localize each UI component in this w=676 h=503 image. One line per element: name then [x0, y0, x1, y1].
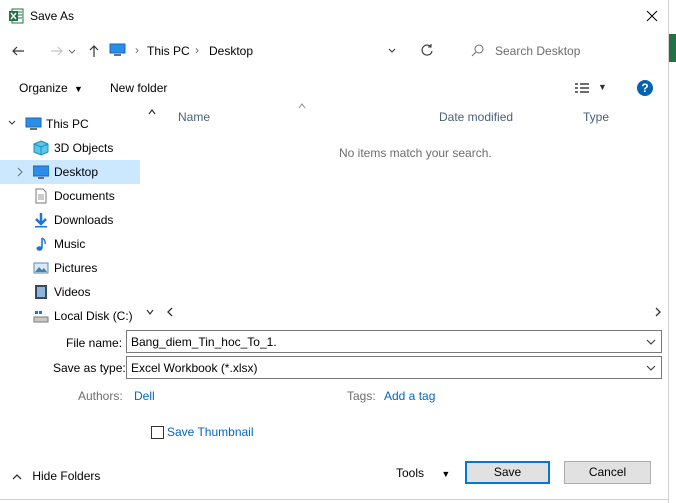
nav-label: Pictures — [54, 261, 98, 275]
file-name-input[interactable]: Bang_diem_Tin_hoc_To_1. — [126, 330, 662, 353]
title-bar: Save As — [0, 0, 668, 32]
search-placeholder: Search Desktop — [495, 44, 581, 58]
sort-ascending-icon — [298, 103, 306, 109]
chevron-up-icon — [12, 472, 22, 482]
help-icon[interactable]: ? — [636, 79, 654, 97]
background-window-edge — [668, 0, 676, 503]
nav-label: Desktop — [54, 165, 99, 179]
view-details-icon[interactable] — [574, 81, 590, 95]
nav-item-3d-objects[interactable]: 3D Objects — [0, 136, 140, 160]
hide-folders-label: Hide Folders — [32, 469, 101, 483]
nav-label: Videos — [54, 285, 91, 299]
empty-folder-message: No items match your search. — [339, 146, 492, 160]
save-thumbnail-checkbox[interactable] — [151, 426, 164, 439]
organize-label: Organize — [19, 81, 68, 95]
authors-label: Authors: — [78, 389, 123, 403]
hide-folders-button[interactable]: Hide Folders — [12, 469, 100, 483]
organize-button[interactable]: Organize ▼ — [19, 81, 83, 97]
nav-item-desktop[interactable]: Desktop — [0, 160, 140, 184]
cancel-button[interactable]: Cancel — [564, 461, 651, 484]
back-arrow-icon[interactable] — [10, 43, 26, 59]
nav-item-documents[interactable]: Documents — [0, 184, 140, 208]
nav-label: Documents — [54, 189, 115, 203]
horizontal-scrollbar[interactable] — [140, 304, 668, 320]
collapse-chevron-icon[interactable] — [7, 117, 17, 129]
dialog-bottom-border — [0, 499, 668, 500]
save-thumbnail-label[interactable]: Save Thumbnail — [167, 425, 254, 439]
column-header-type[interactable]: Type — [583, 110, 609, 124]
tools-button[interactable]: Tools ▼ — [396, 466, 450, 482]
authors-value[interactable]: Dell — [134, 389, 155, 403]
tools-dropdown-icon: ▼ — [441, 469, 451, 479]
excel-ribbon-edge — [669, 34, 676, 62]
nav-scroll-up-icon[interactable] — [147, 107, 157, 117]
scroll-right-icon[interactable] — [653, 306, 663, 318]
pc-icon — [109, 43, 126, 57]
new-folder-button[interactable]: New folder — [110, 81, 167, 95]
nav-label: Downloads — [54, 213, 114, 227]
search-icon — [471, 43, 485, 57]
breadcrumb-separator-icon: › — [195, 43, 199, 57]
file-name-value: Bang_diem_Tin_hoc_To_1. — [131, 335, 277, 349]
window-title: Save As — [30, 9, 75, 23]
save-type-value: Excel Workbook (*.xlsx) — [131, 361, 258, 375]
nav-item-downloads[interactable]: Downloads — [0, 208, 140, 232]
view-options-dropdown-icon[interactable]: ▼ — [598, 82, 607, 92]
download-arrow-icon — [33, 212, 49, 228]
breadcrumb-desktop[interactable]: Desktop — [209, 44, 253, 58]
recent-locations-chevron-icon[interactable] — [67, 44, 77, 58]
address-dropdown-chevron-icon[interactable] — [386, 43, 398, 57]
up-arrow-icon[interactable] — [86, 43, 102, 59]
organize-dropdown-icon: ▼ — [74, 84, 83, 94]
pc-icon — [25, 116, 42, 132]
svg-text:?: ? — [641, 81, 648, 95]
nav-item-this-pc[interactable]: This PC — [0, 112, 140, 136]
column-header-name[interactable]: Name — [178, 110, 210, 124]
drive-icon — [33, 308, 49, 324]
tags-input[interactable]: Add a tag — [384, 389, 435, 403]
picture-icon — [33, 260, 49, 276]
file-name-label: File name: — [66, 336, 123, 350]
column-header-date-modified[interactable]: Date modified — [439, 110, 513, 124]
nav-item-local-disk[interactable]: Local Disk (C:) — [0, 304, 140, 328]
breadcrumb-this-pc[interactable]: This PC — [147, 44, 190, 58]
music-note-icon — [33, 236, 49, 252]
nav-item-videos[interactable]: Videos — [0, 280, 140, 304]
breadcrumb-separator-icon: › — [135, 43, 139, 57]
cube-icon — [33, 140, 49, 156]
forward-arrow-icon[interactable] — [49, 43, 65, 59]
film-icon — [33, 284, 49, 300]
desktop-icon — [33, 164, 49, 180]
nav-label: Music — [54, 237, 86, 251]
close-button[interactable] — [640, 4, 664, 28]
excel-icon — [8, 8, 24, 24]
scroll-left-icon[interactable] — [165, 306, 175, 318]
expand-chevron-icon[interactable] — [16, 166, 24, 178]
tools-label: Tools — [396, 466, 425, 480]
nav-label: 3D Objects — [54, 141, 114, 155]
refresh-icon[interactable] — [419, 42, 435, 58]
save-type-label: Save as type: — [53, 361, 126, 375]
save-type-select[interactable]: Excel Workbook (*.xlsx) — [126, 356, 662, 379]
tags-label: Tags: — [347, 389, 376, 403]
close-icon — [646, 10, 658, 22]
save-button[interactable]: Save — [465, 461, 550, 484]
document-icon — [33, 188, 49, 204]
nav-label: Local Disk (C:) — [54, 309, 133, 323]
nav-item-pictures[interactable]: Pictures — [0, 256, 140, 280]
file-name-dropdown-icon[interactable] — [645, 335, 657, 349]
nav-label: This PC — [46, 117, 89, 131]
nav-item-music[interactable]: Music — [0, 232, 140, 256]
save-type-dropdown-icon[interactable] — [645, 361, 657, 375]
